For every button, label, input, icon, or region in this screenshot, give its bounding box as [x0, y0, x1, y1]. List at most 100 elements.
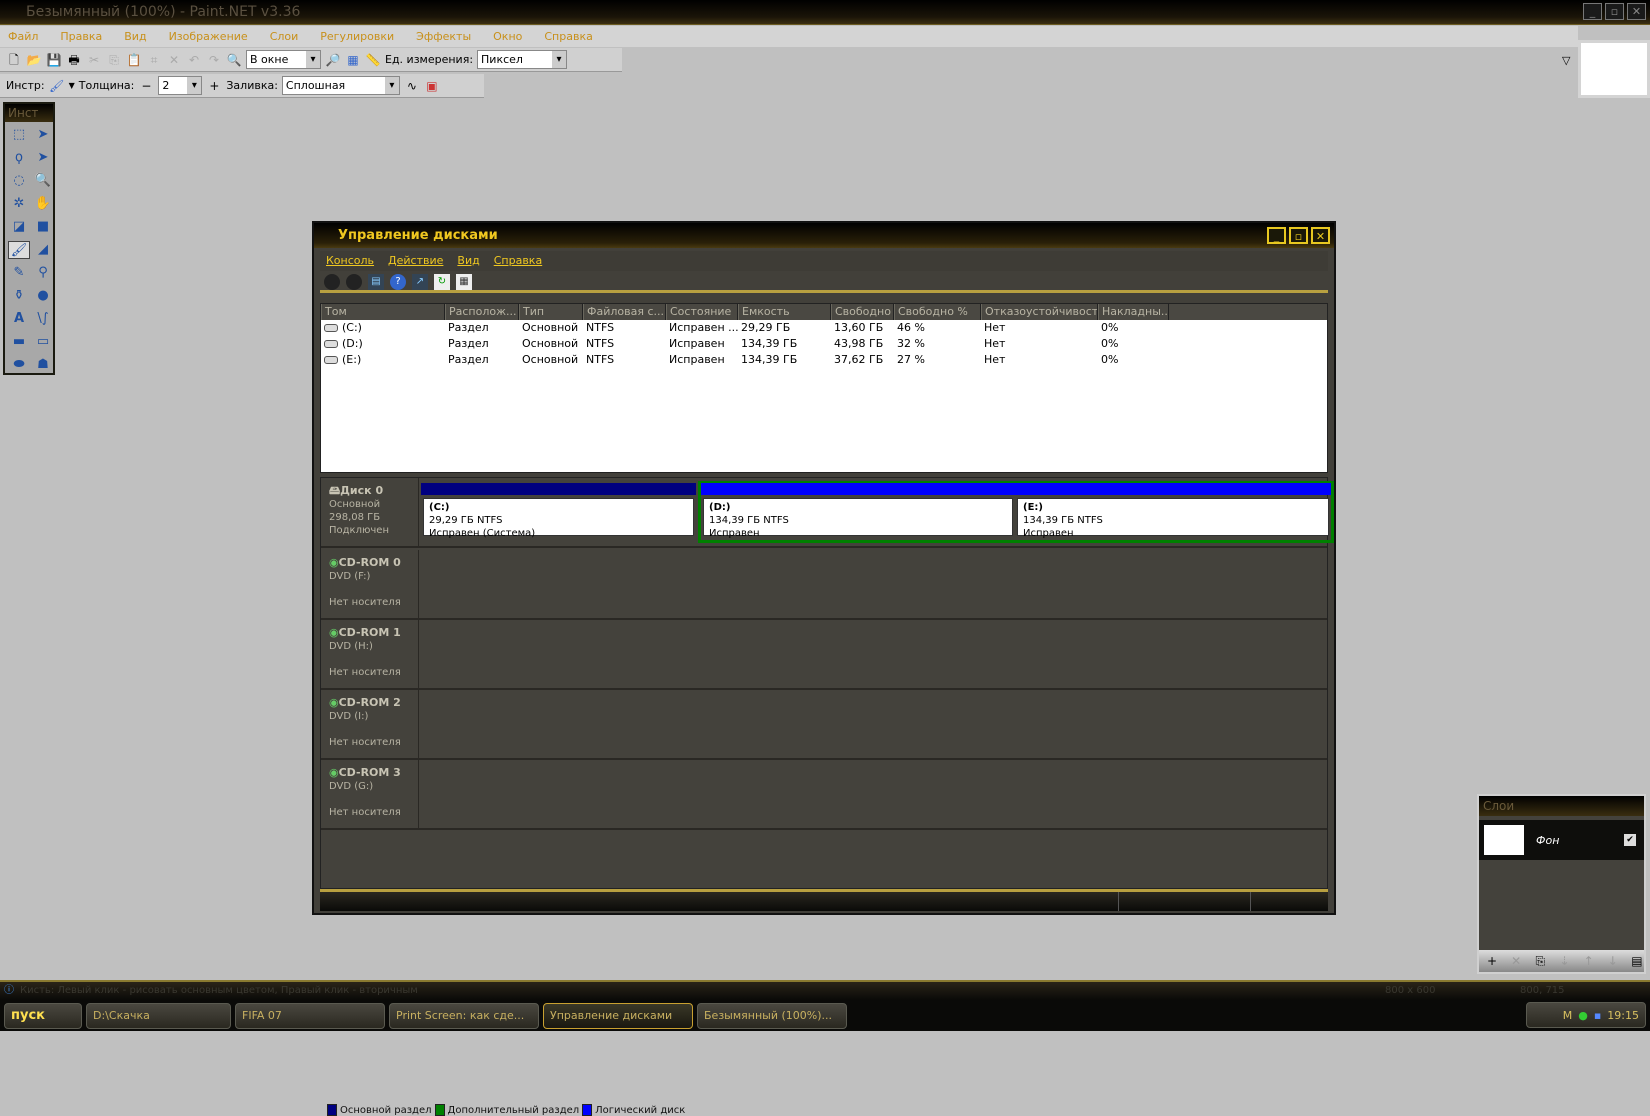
menu-console[interactable]: Консоль: [326, 251, 374, 271]
lang-indicator[interactable]: M: [1563, 1009, 1573, 1022]
close-button[interactable]: ✕: [1627, 3, 1646, 20]
blend-mode-icon[interactable]: ▣: [424, 78, 440, 94]
width-select[interactable]: 2: [158, 76, 203, 95]
column-header[interactable]: Отказоустойчивость: [981, 304, 1098, 320]
freeform-shape-icon[interactable]: ☗: [32, 356, 54, 374]
table-row[interactable]: (C:) Раздел Основной NTFS Исправен ... 29,29 …: [321, 320, 1327, 336]
print-icon[interactable]: 🖶: [66, 52, 82, 68]
disk-minimize-button[interactable]: _: [1267, 227, 1286, 244]
redo-icon[interactable]: ↷: [206, 52, 222, 68]
lasso-icon[interactable]: ϙ: [8, 149, 30, 167]
layer-item[interactable]: Фон ✔: [1479, 820, 1644, 860]
line-curve-icon[interactable]: \∫: [32, 310, 54, 328]
menu-help[interactable]: Справка: [494, 251, 542, 271]
text-icon[interactable]: A: [8, 310, 30, 328]
antialias-icon[interactable]: ∿: [404, 78, 420, 94]
partition-e[interactable]: (E:) 134,39 ГБ NTFS Исправен: [1015, 483, 1331, 539]
column-header[interactable]: Емкость: [738, 304, 831, 320]
paintbrush-icon[interactable]: 🖌: [8, 241, 30, 259]
start-button[interactable]: пуск: [4, 1002, 82, 1029]
merge-layer-icon[interactable]: ⇣: [1557, 953, 1571, 969]
save-icon[interactable]: 💾: [46, 52, 62, 68]
cut-icon[interactable]: ✂: [86, 52, 102, 68]
forward-icon[interactable]: ▶: [346, 273, 362, 290]
column-header[interactable]: Располож...: [445, 304, 519, 320]
help-icon[interactable]: ?: [390, 273, 406, 290]
gradient-icon[interactable]: ■: [32, 218, 54, 236]
grid-icon[interactable]: ▦: [345, 52, 361, 68]
units-select[interactable]: Пиксел: [477, 50, 568, 69]
paint-bucket-icon[interactable]: ◪: [8, 218, 30, 236]
menu-image[interactable]: Изображение: [169, 26, 248, 47]
restore-button[interactable]: ▫: [1605, 3, 1624, 20]
ruler-icon[interactable]: 📏: [365, 52, 381, 68]
properties-icon[interactable]: ▦: [456, 273, 472, 290]
cdrom-row[interactable]: ◉CD-ROM 3 DVD (G:) Нет носителя: [321, 760, 1327, 830]
tray-icon[interactable]: ●: [1578, 1009, 1588, 1022]
disk-restore-button[interactable]: ▫: [1289, 227, 1308, 244]
column-header[interactable]: Файловая с...: [583, 304, 666, 320]
zoom-in-icon[interactable]: 🔎: [325, 52, 341, 68]
network-icon[interactable]: ▪: [1594, 1009, 1601, 1022]
eraser-icon[interactable]: ◢: [32, 241, 54, 259]
task-disk-management[interactable]: Управление дисками: [543, 1002, 693, 1029]
move-down-icon[interactable]: ↓: [1606, 953, 1620, 969]
task-folder[interactable]: D:\Скачка: [86, 1002, 231, 1029]
export-icon[interactable]: ↗: [412, 273, 428, 290]
chevron-down-icon[interactable]: ▼: [69, 81, 75, 90]
rect-select-icon[interactable]: ⬚: [8, 126, 30, 144]
paste-icon[interactable]: 📋: [126, 52, 142, 68]
menu-action[interactable]: Действие: [388, 251, 443, 271]
layer-properties-icon[interactable]: ▤: [1630, 953, 1644, 969]
rectangle-icon[interactable]: ▬: [8, 333, 30, 351]
layer-visible-checkbox[interactable]: ✔: [1624, 834, 1636, 846]
fill-select[interactable]: Сплошная: [281, 76, 400, 95]
increase-icon[interactable]: +: [206, 78, 222, 94]
column-header[interactable]: Том: [321, 304, 445, 320]
cdrom-row[interactable]: ◉CD-ROM 2 DVD (I:) Нет носителя: [321, 690, 1327, 760]
column-header[interactable]: Свободно: [831, 304, 894, 320]
menu-adjustments[interactable]: Регулировки: [320, 26, 394, 47]
cdrom-label[interactable]: ◉CD-ROM 2 DVD (I:) Нет носителя: [321, 690, 419, 758]
partition-c[interactable]: (C:) 29,29 ГБ NTFS Исправен (Система): [421, 483, 696, 539]
crop-icon[interactable]: ⌗: [146, 52, 162, 68]
decrease-icon[interactable]: −: [138, 78, 154, 94]
brush-icon[interactable]: 🖌: [49, 78, 65, 94]
delete-layer-icon[interactable]: ✕: [1509, 953, 1523, 969]
deselect-icon[interactable]: ✕: [166, 52, 182, 68]
add-layer-icon[interactable]: +: [1485, 953, 1499, 969]
clone-stamp-icon[interactable]: ⚱: [8, 287, 30, 305]
zoom-icon[interactable]: 🔍: [32, 172, 54, 190]
ellipse-icon[interactable]: ⬬: [8, 356, 30, 374]
move-up-icon[interactable]: ↑: [1582, 953, 1596, 969]
move-icon[interactable]: ➤: [32, 149, 54, 167]
table-row[interactable]: (E:) Раздел Основной NTFS Исправен 134,39 ГБ 3…: [321, 352, 1327, 368]
cdrom-row[interactable]: ◉CD-ROM 0 DVD (F:) Нет носителя: [321, 550, 1327, 620]
table-row[interactable]: (D:) Раздел Основной NTFS Исправен 134,39 ГБ 4…: [321, 336, 1327, 352]
column-header[interactable]: Накладны...: [1098, 304, 1169, 320]
menu-help[interactable]: Справка: [544, 26, 592, 47]
open-icon[interactable]: 📂: [26, 52, 42, 68]
refresh-icon[interactable]: ↻: [434, 273, 450, 290]
pan-icon[interactable]: ✋: [32, 195, 54, 213]
rounded-rect-icon[interactable]: ▭: [32, 333, 54, 351]
ellipse-select-icon[interactable]: ◌: [8, 172, 30, 190]
zoom-select[interactable]: В окне: [246, 50, 321, 69]
console-tree-icon[interactable]: ▤: [368, 273, 384, 290]
cdrom-label[interactable]: ◉CD-ROM 3 DVD (G:) Нет носителя: [321, 760, 419, 828]
copy-icon[interactable]: ⎘: [106, 52, 122, 68]
cdrom-label[interactable]: ◉CD-ROM 0 DVD (F:) Нет носителя: [321, 550, 419, 618]
move-selection-icon[interactable]: ➤: [32, 126, 54, 144]
disk-row[interactable]: 🖴Диск 0 Основной 298,08 ГБ Подключен (C:) 29…: [321, 478, 1334, 548]
task-paintnet[interactable]: Безымянный (100%)...: [697, 1002, 847, 1029]
new-icon[interactable]: 🗋: [6, 52, 22, 68]
menu-view[interactable]: Вид: [124, 26, 146, 47]
magic-wand-icon[interactable]: ✲: [8, 195, 30, 213]
back-icon[interactable]: ◀: [324, 273, 340, 290]
task-firefox[interactable]: Print Screen: как сде...: [389, 1002, 539, 1029]
recolor-icon[interactable]: ●: [32, 287, 54, 305]
minimize-button[interactable]: _: [1583, 3, 1602, 20]
pencil-icon[interactable]: ✎: [8, 264, 30, 282]
zoom-out-icon[interactable]: 🔍: [226, 52, 242, 68]
image-thumbnail[interactable]: [1578, 40, 1650, 98]
